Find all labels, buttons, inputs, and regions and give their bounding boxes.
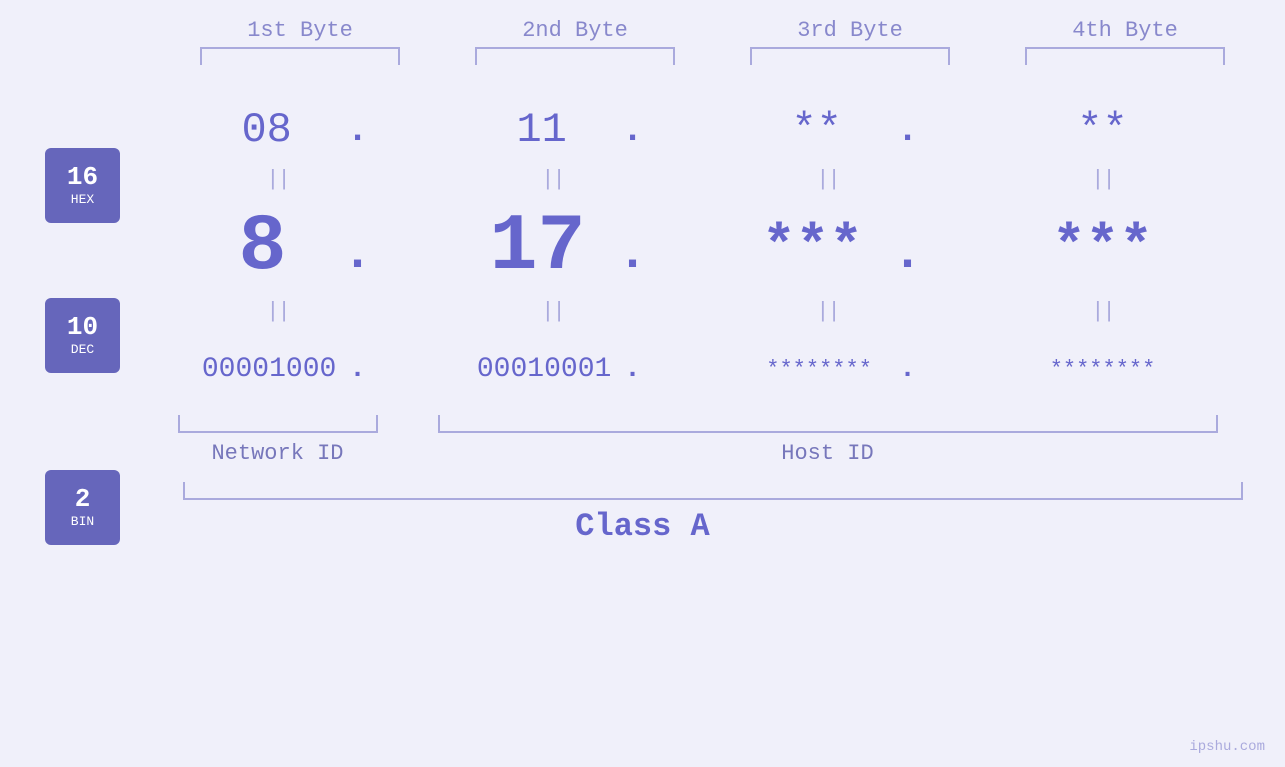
bin-cell-2: 00010001 .: [415, 354, 690, 385]
hex-badge: 16 HEX: [45, 148, 120, 223]
hex-val-2: 11: [462, 106, 622, 154]
bin-val-2: 00010001: [464, 354, 624, 385]
bin-dot-3: .: [899, 354, 916, 385]
bin-val-4: ********: [1023, 357, 1183, 382]
network-bracket: [178, 415, 378, 433]
dec-dot-1: .: [342, 226, 372, 283]
dec-badge: 10 DEC: [45, 298, 120, 373]
dec-val-4: ***: [1023, 215, 1183, 279]
dec-row: 8 . 17 . *** . ***: [0, 197, 1285, 297]
eq1-3: ||: [690, 167, 965, 192]
host-bracket-wrap: [415, 415, 1240, 433]
dec-val-3: ***: [732, 215, 892, 279]
byte-header-4: 4th Byte: [988, 18, 1263, 43]
bin-cell-3: ******** .: [690, 354, 965, 385]
dec-cell-2: 17 .: [415, 202, 690, 293]
byte-header-2: 2nd Byte: [438, 18, 713, 43]
eq1-1: ||: [140, 167, 415, 192]
bin-val-1: 00001000: [189, 354, 349, 385]
host-bracket: [438, 415, 1218, 433]
bracket-3: [713, 47, 988, 65]
host-id-label: Host ID: [415, 441, 1240, 466]
dec-val-1: 8: [182, 202, 342, 293]
equals-row-2: || || || ||: [0, 297, 1285, 325]
eq2-3: ||: [690, 299, 965, 324]
bracket-2: [438, 47, 713, 65]
bin-cell-1: 00001000 .: [140, 354, 415, 385]
eq1-2: ||: [415, 167, 690, 192]
hex-cell-4: **: [965, 106, 1240, 154]
class-label: Class A: [575, 508, 709, 545]
bin-dot-2: .: [624, 354, 641, 385]
hex-val-3: **: [737, 106, 897, 154]
bin-badge-label: BIN: [71, 514, 94, 529]
hex-val-1: 08: [187, 106, 347, 154]
class-bracket: [183, 482, 1243, 500]
top-brackets-row: [0, 47, 1285, 65]
class-label-row: Class A: [0, 508, 1285, 545]
dec-val-2: 17: [457, 202, 617, 293]
bin-dot-1: .: [349, 354, 366, 385]
dec-badge-num: 10: [67, 314, 98, 340]
dec-cell-1: 8 .: [140, 202, 415, 293]
bracket-4: [988, 47, 1263, 65]
bin-badge: 2 BIN: [45, 470, 120, 545]
eq2-1: ||: [140, 299, 415, 324]
watermark: ipshu.com: [1189, 739, 1265, 755]
hex-cell-2: 11 .: [415, 106, 690, 154]
byte-headers-row: 1st Byte 2nd Byte 3rd Byte 4th Byte: [0, 18, 1285, 43]
bin-cell-4: ********: [965, 357, 1240, 382]
eq1-4: ||: [965, 167, 1240, 192]
hex-dot-1: .: [347, 110, 369, 151]
network-bracket-wrap: [140, 415, 415, 433]
bottom-brackets-row: [0, 415, 1285, 433]
bin-val-3: ********: [739, 357, 899, 382]
hex-val-4: **: [1023, 106, 1183, 154]
hex-cell-3: ** .: [690, 106, 965, 154]
hex-dot-2: .: [622, 110, 644, 151]
eq2-4: ||: [965, 299, 1240, 324]
hex-row: 08 . 11 . ** . **: [0, 95, 1285, 165]
dec-dot-2: .: [617, 226, 647, 283]
hex-badge-label: HEX: [71, 192, 94, 207]
eq2-2: ||: [415, 299, 690, 324]
hex-badge-num: 16: [67, 164, 98, 190]
byte-header-1: 1st Byte: [163, 18, 438, 43]
hex-dot-3: .: [897, 110, 919, 151]
equals-row-1: || || || ||: [0, 165, 1285, 193]
byte-header-3: 3rd Byte: [713, 18, 988, 43]
hex-cell-1: 08 .: [140, 106, 415, 154]
dec-cell-4: ***: [965, 215, 1240, 279]
dec-badge-label: DEC: [71, 342, 94, 357]
dec-cell-3: *** .: [690, 215, 965, 279]
bin-row: 00001000 . 00010001 . ******** . *******…: [0, 329, 1285, 409]
main-container: 1st Byte 2nd Byte 3rd Byte 4th Byte 16 H…: [0, 0, 1285, 767]
network-id-label: Network ID: [140, 441, 415, 466]
dec-dot-3: .: [892, 226, 922, 283]
bracket-1: [163, 47, 438, 65]
bin-badge-num: 2: [75, 486, 91, 512]
id-labels-row: Network ID Host ID: [0, 441, 1285, 466]
